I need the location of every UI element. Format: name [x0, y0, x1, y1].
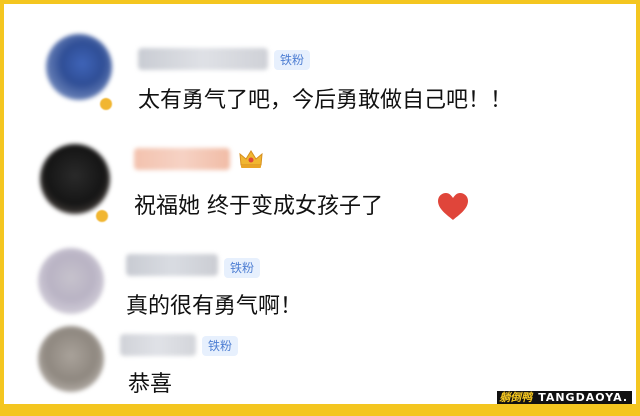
fan-badge: 铁粉: [202, 336, 239, 356]
username-blurred[interactable]: [120, 334, 196, 356]
username-blurred[interactable]: [126, 254, 218, 276]
level-dot: [100, 98, 112, 110]
level-dot: [96, 210, 108, 222]
fan-badge: 铁粉: [224, 258, 261, 278]
comment-list: 铁粉 太有勇气了吧，今后勇敢做自己吧！！ 祝福她 终于变成女孩子了 铁粉 真的很…: [18, 16, 628, 404]
comment-text: 恭喜: [128, 372, 173, 397]
avatar[interactable]: [38, 248, 104, 314]
comment-item: 祝福她 终于变成女孩子了: [18, 126, 628, 226]
comment-item: 铁粉 太有勇气了吧，今后勇敢做自己吧！！: [18, 16, 628, 116]
avatar[interactable]: [40, 144, 110, 214]
crown-icon: [239, 150, 263, 168]
username-blurred[interactable]: [134, 148, 230, 170]
fan-badge: 铁粉: [274, 50, 311, 70]
comment-text: 太有勇气了吧，今后勇敢做自己吧！！: [138, 88, 513, 113]
comment-text: 祝福她 终于变成女孩子了: [134, 194, 383, 219]
heart-icon: [438, 193, 468, 220]
username-blurred[interactable]: [138, 48, 268, 70]
comment-item: 铁粉 真的很有勇气啊！: [18, 228, 628, 319]
watermark-site: TANGDAOYA.: [534, 391, 632, 404]
screenshot-frame: 铁粉 太有勇气了吧，今后勇敢做自己吧！！ 祝福她 终于变成女孩子了 铁粉 真的很…: [0, 0, 640, 416]
watermark: 躺倒鸭 TANGDAOYA.: [497, 391, 632, 404]
watermark-brand: 躺倒鸭: [497, 391, 535, 404]
avatar[interactable]: [38, 326, 104, 392]
avatar[interactable]: [46, 34, 112, 100]
comment-text: 真的很有勇气啊！: [126, 294, 303, 319]
